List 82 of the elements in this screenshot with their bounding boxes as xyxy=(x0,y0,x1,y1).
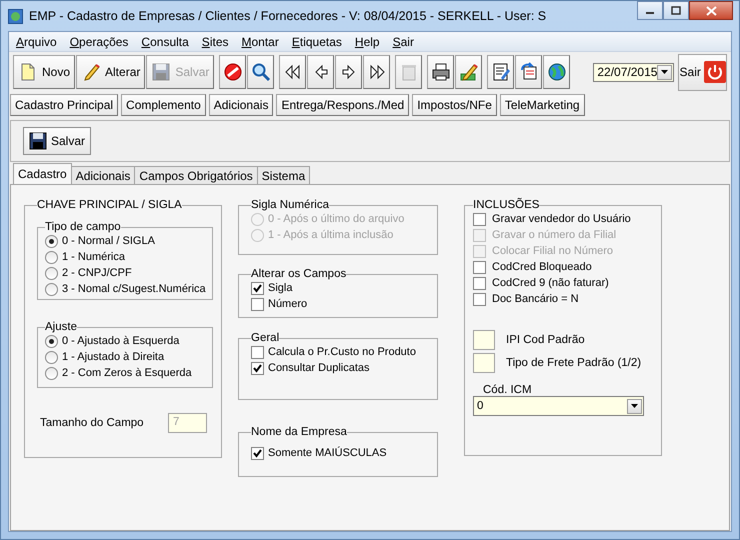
save-icon xyxy=(28,132,47,150)
checkbox[interactable]: Número xyxy=(251,296,437,312)
menu-item[interactable]: Etiquetas xyxy=(286,34,347,48)
menu-item[interactable]: Help xyxy=(350,34,385,48)
arrow-left-button[interactable] xyxy=(307,55,334,89)
radio-button[interactable]: 0 - Normal / SIGLA xyxy=(45,233,212,249)
group-title: CHAVE PRINCIPAL / SIGLA xyxy=(37,199,182,211)
save-button[interactable]: Salvar xyxy=(23,127,91,155)
radio-button[interactable]: 2 - Com Zeros à Esquerda xyxy=(45,365,212,381)
toolbar-button[interactable]: Alterar xyxy=(76,55,146,89)
input-field[interactable] xyxy=(473,330,495,350)
save-icon xyxy=(151,62,172,82)
checkbox[interactable]: Consultar Duplicatas xyxy=(251,360,437,376)
radio-button[interactable]: 2 - CNPJ/CPF xyxy=(45,265,212,281)
printer-icon xyxy=(430,62,451,82)
group-title: Ajuste xyxy=(45,321,77,333)
maximize-icon xyxy=(671,6,681,15)
transfer-icon xyxy=(518,62,539,82)
radio-button[interactable]: 3 - Nomal c/Sugest.Numérica xyxy=(45,281,212,297)
double-arrow-left-button[interactable] xyxy=(279,55,306,89)
group-title: Tipo de campo xyxy=(45,221,121,233)
section-button[interactable]: Complemento xyxy=(121,94,206,116)
group-title: Sigla Numérica xyxy=(251,199,329,211)
icm-dropdown[interactable]: 0 xyxy=(473,396,644,416)
globe-button[interactable] xyxy=(543,55,570,89)
notepad-icon xyxy=(490,62,511,82)
pen-icon xyxy=(458,62,479,82)
field-label: IPI Cod Padrão xyxy=(506,334,585,346)
maximize-button[interactable] xyxy=(663,1,689,20)
checkbox[interactable]: Calcula o Pr.Custo no Produto xyxy=(251,344,437,360)
exit-button[interactable]: Sair xyxy=(678,54,727,90)
checkbox[interactable]: CodCred 9 (não faturar) xyxy=(473,275,661,291)
section-button[interactable]: Entrega/Respons./Med xyxy=(276,94,410,116)
power-icon xyxy=(704,61,726,83)
date-field[interactable]: 22/07/2015 xyxy=(593,62,674,82)
radio-button[interactable]: 0 - Ajustado à Esquerda xyxy=(45,333,212,349)
field-label: Tipo de Frete Padrão (1/2) xyxy=(506,357,642,369)
group-title: Geral xyxy=(251,332,280,344)
printer-button[interactable] xyxy=(427,55,454,89)
globe-icon xyxy=(546,62,567,82)
toolbar-button[interactable]: Novo xyxy=(13,55,76,89)
menu-item[interactable]: Consulta xyxy=(136,34,194,48)
stop-button[interactable] xyxy=(219,55,246,89)
tab[interactable]: Campos Obrigatórios xyxy=(134,166,258,184)
tab[interactable]: Cadastro xyxy=(13,163,72,184)
checkbox[interactable]: Somente MAIÚSCULAS xyxy=(251,445,437,461)
section-button[interactable]: Cadastro Principal xyxy=(10,94,118,116)
menu-item[interactable]: Montar xyxy=(236,34,284,48)
menu-item[interactable]: Sites xyxy=(196,34,234,48)
checkbox[interactable]: CodCred Bloqueado xyxy=(473,259,661,275)
radio-button[interactable]: 1 - Numérica xyxy=(45,249,212,265)
search-button[interactable] xyxy=(247,55,274,89)
notepad-button[interactable] xyxy=(487,55,514,89)
checkbox[interactable]: Sigla xyxy=(251,280,437,296)
menu-item[interactable]: Arquivo xyxy=(11,34,62,48)
checkbox[interactable]: Gravar vendedor do Usuário xyxy=(473,211,661,227)
tab[interactable]: Adicionais xyxy=(70,166,136,184)
tab[interactable]: Sistema xyxy=(256,166,310,184)
radio-button[interactable]: 1 - Ajustado à Direita xyxy=(45,349,212,365)
section-button[interactable]: Impostos/NFe xyxy=(412,94,497,116)
checkbox[interactable]: Doc Bancário = N xyxy=(473,291,661,307)
field-label: Cód. ICM xyxy=(483,384,533,396)
stop-icon xyxy=(222,62,243,82)
section-button[interactable]: Adicionais xyxy=(208,94,274,116)
minimize-button[interactable] xyxy=(637,1,663,20)
group-title: Nome da Empresa xyxy=(251,426,347,438)
group-title: INCLUSÕES xyxy=(473,199,540,211)
close-icon xyxy=(706,6,716,16)
menu-item[interactable]: Operações xyxy=(64,34,134,48)
close-button[interactable] xyxy=(689,1,733,20)
group-title: Alterar os Campos xyxy=(251,268,346,280)
input-field[interactable] xyxy=(473,353,495,373)
app-icon xyxy=(8,8,23,24)
search-icon xyxy=(250,62,271,82)
window-title: EMP - Cadastro de Empresas / Clientes / Fornecedores - V: 08/04/2015 - SERKELL - User: S xyxy=(29,9,546,23)
field-label: Tamanho do Campo xyxy=(39,417,145,429)
double-arrow-right-button[interactable] xyxy=(363,55,390,89)
section-button[interactable]: TeleMarketing xyxy=(500,94,585,116)
arrow-right-button[interactable] xyxy=(335,55,362,89)
menu-item[interactable]: Sair xyxy=(388,34,419,48)
transfer-button[interactable] xyxy=(515,55,542,89)
pen-button[interactable] xyxy=(455,55,482,89)
